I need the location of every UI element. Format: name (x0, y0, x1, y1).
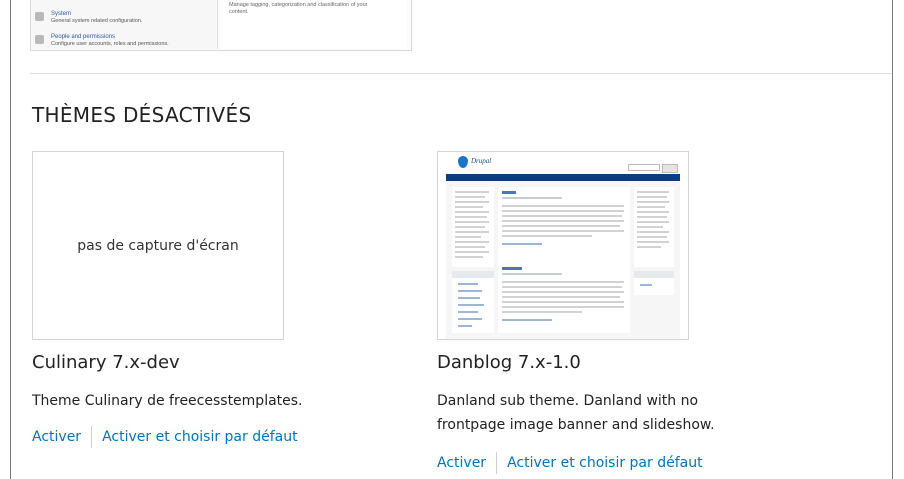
screenshot-main-content (498, 187, 630, 333)
screenshot-left-sidebar (452, 187, 494, 267)
theme-description-line-1: Danland sub theme. Danland with no (437, 393, 699, 409)
link-separator (91, 426, 93, 448)
theme-description: Theme Culinary de freecesstemplates. (32, 393, 303, 409)
admin-right-text: Manage tagging, categorization and class… (229, 2, 368, 8)
theme-name: Danblog 7.x-1.0 (437, 352, 581, 373)
screenshot-welcome-block (634, 271, 674, 295)
admin-right-text: content. (229, 9, 249, 15)
activate-default-link[interactable]: Activer et choisir par défaut (102, 429, 298, 445)
link-separator (496, 452, 498, 474)
admin-panel-screenshot-fragment: System General system related configurat… (30, 0, 412, 51)
window-border-right (892, 0, 893, 479)
no-screenshot-label: pas de capture d'écran (77, 237, 239, 254)
screenshot-left-menu-block (452, 271, 494, 333)
screenshot-body (446, 181, 680, 339)
window-border-left (10, 0, 11, 479)
admin-panel-left-column: System General system related configurat… (31, 0, 218, 49)
theme-name: Culinary 7.x-dev (32, 352, 180, 373)
admin-item-title: People and permissions (51, 34, 116, 40)
admin-item-title: System (51, 11, 72, 17)
drupal-drop-icon (458, 156, 468, 168)
screenshot-search-box (628, 164, 660, 171)
people-icon (35, 35, 44, 44)
theme-actions: Activer Activer et choisir par défaut (32, 426, 298, 448)
screenshot-header: Drupal (438, 152, 688, 174)
section-divider (30, 73, 892, 74)
theme-actions: Activer Activer et choisir par défaut (437, 452, 703, 474)
admin-panel-right-column: Manage tagging, categorization and class… (221, 0, 407, 49)
screenshot-nav-bar (446, 174, 680, 181)
admin-item-desc: Configure user accounts, roles and permi… (51, 41, 169, 47)
activate-link[interactable]: Activer (32, 429, 81, 445)
section-title: THÈMES DÉSACTIVÉS (32, 103, 252, 127)
system-icon (35, 12, 44, 21)
screenshot-logo-text: Drupal (471, 157, 492, 165)
screenshot-search-button (662, 164, 678, 173)
activate-default-link[interactable]: Activer et choisir par défaut (507, 455, 703, 471)
theme-screenshot: Drupal (437, 151, 689, 340)
theme-screenshot-placeholder: pas de capture d'écran (32, 151, 284, 340)
screenshot-right-sidebar (634, 187, 674, 267)
theme-description-line-2: frontpage image banner and slideshow. (437, 417, 715, 433)
admin-item-desc: General system related configuration. (51, 18, 143, 24)
activate-link[interactable]: Activer (437, 455, 486, 471)
